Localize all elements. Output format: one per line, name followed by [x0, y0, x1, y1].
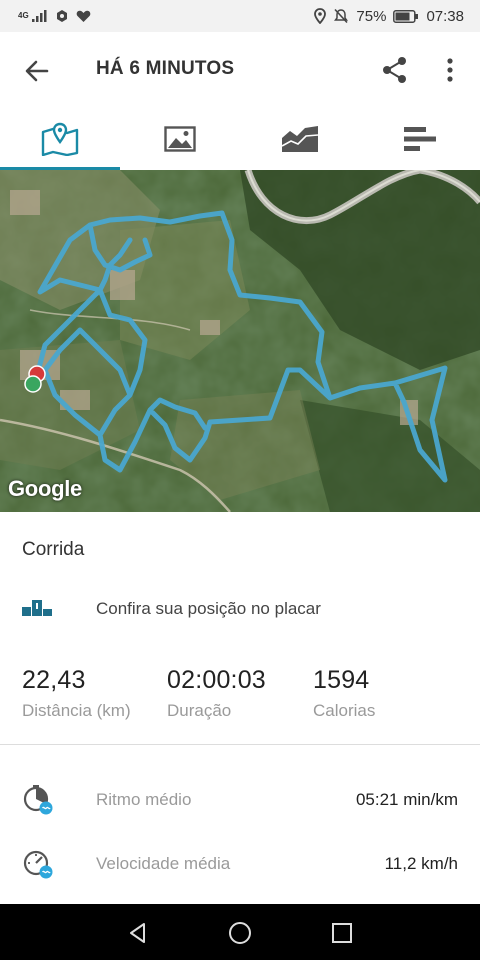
status-bar: 4G 75% 07:38 — [0, 0, 480, 32]
stat-value: 02:00:03 — [167, 666, 266, 694]
tab-bar — [0, 108, 480, 170]
square-recents-icon — [332, 923, 352, 943]
stat-value: 1594 — [313, 666, 370, 694]
status-left: 4G — [18, 9, 91, 23]
stat-label: Duração — [167, 701, 232, 720]
network-type: 4G — [18, 11, 29, 20]
photo-icon — [164, 126, 196, 152]
map-icon — [41, 122, 79, 156]
nav-back-button[interactable] — [123, 918, 153, 948]
share-icon — [383, 57, 406, 83]
back-button[interactable] — [22, 56, 52, 86]
share-button[interactable] — [380, 54, 410, 86]
metric-label: Ritmo médio — [96, 790, 192, 809]
battery-icon — [393, 9, 419, 23]
google-logo: Google — [8, 476, 82, 501]
mute-icon — [334, 8, 349, 24]
signal-icon — [31, 10, 47, 22]
pace-icon — [23, 785, 53, 815]
metric-value: 05:21 min/km — [355, 790, 458, 809]
circle-home-icon — [229, 922, 251, 944]
bars-icon — [404, 127, 436, 151]
tab-details[interactable] — [360, 108, 480, 170]
nav-recents-button[interactable] — [327, 918, 357, 948]
tab-charts[interactable] — [240, 108, 360, 170]
page-title: HÁ 6 MINUTOS — [96, 58, 235, 79]
location-icon — [314, 8, 327, 24]
battery-percent: 75% — [356, 7, 387, 25]
metric-row-speed: Velocidade média 11,2 km/h — [0, 844, 480, 884]
nav-home-button[interactable] — [225, 918, 255, 948]
leaderboard-row[interactable]: Confira sua posição no placar — [0, 586, 480, 632]
route-map[interactable]: Google — [0, 170, 480, 512]
podium-icon — [22, 600, 52, 616]
stat-distance: 22,43 Distância (km) — [22, 666, 131, 721]
more-options-button[interactable] — [440, 54, 460, 86]
speedometer-icon — [23, 850, 53, 879]
leaderboard-text: Confira sua posição no placar — [96, 599, 321, 618]
tab-photos[interactable] — [120, 108, 240, 170]
chart-area-icon — [281, 126, 319, 152]
status-right: 75% 07:38 — [314, 8, 464, 25]
metric-label: Velocidade média — [96, 854, 231, 873]
divider — [0, 744, 480, 745]
back-arrow-icon — [25, 60, 49, 82]
system-nav-bar — [0, 904, 480, 960]
clock: 07:38 — [426, 7, 464, 25]
activity-type: Corrida — [22, 539, 85, 560]
stat-label: Calorias — [313, 701, 376, 720]
stats-summary: 22,43 Distância (km) 02:00:03 Duração 15… — [0, 666, 480, 726]
satellite-map — [0, 170, 480, 512]
stat-calories: 1594 Calorias — [313, 666, 375, 721]
heart-icon — [76, 10, 90, 22]
start-marker — [24, 375, 42, 393]
metric-value: 11,2 km/h — [384, 854, 458, 873]
shield-icon — [56, 10, 67, 22]
app-bar: HÁ 6 MINUTOS — [0, 32, 480, 108]
stat-duration: 02:00:03 Duração — [167, 666, 266, 721]
tab-map[interactable] — [0, 108, 120, 170]
stat-value: 22,43 — [22, 666, 86, 694]
metric-row-pace: Ritmo médio 05:21 min/km — [0, 780, 480, 820]
stat-label: Distância (km) — [22, 701, 131, 720]
triangle-back-icon — [130, 923, 145, 943]
more-vertical-icon — [447, 58, 453, 82]
